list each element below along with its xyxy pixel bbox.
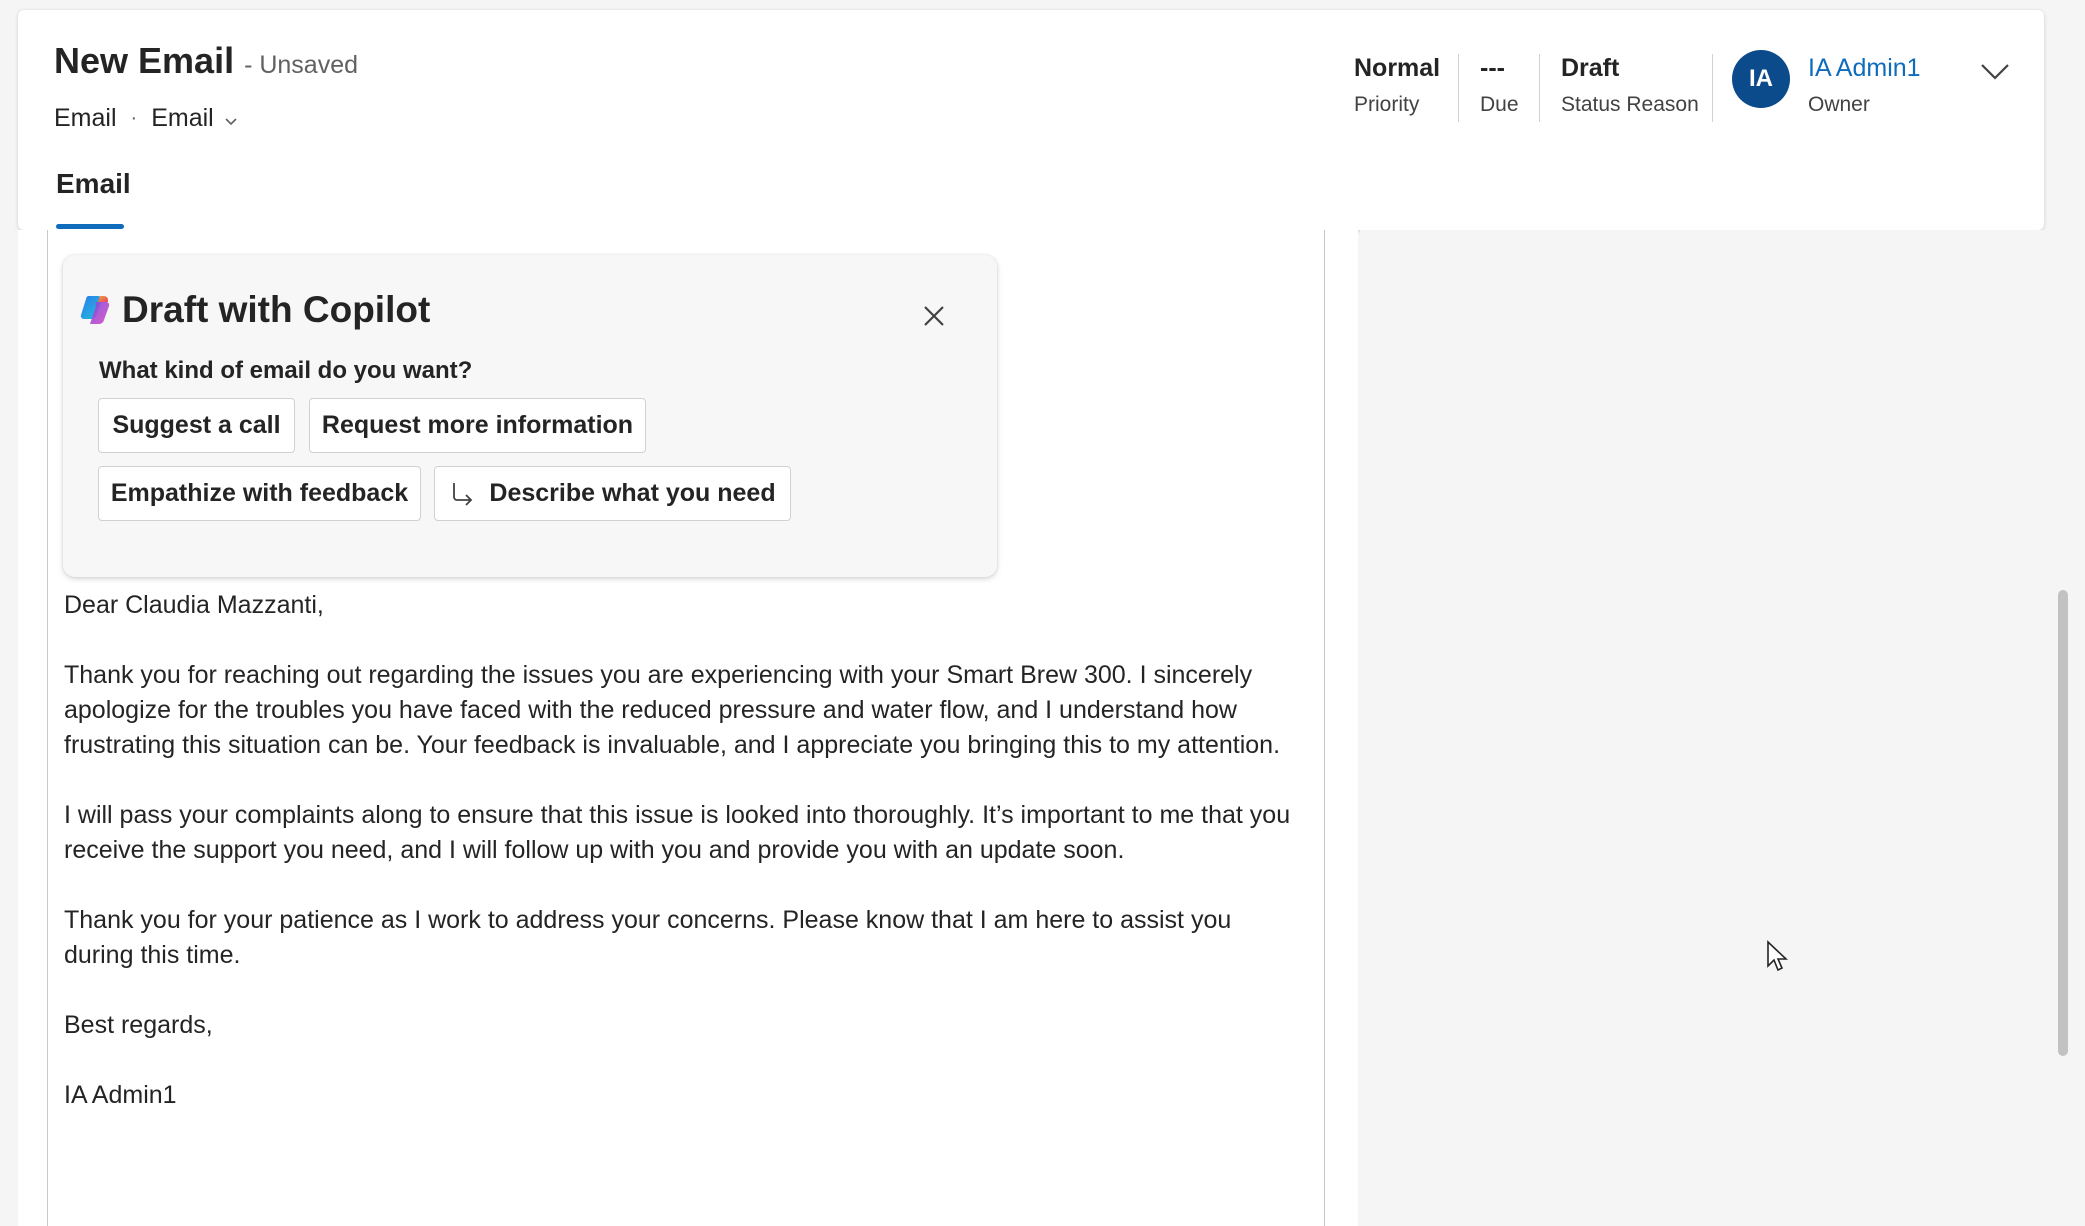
close-copilot-button[interactable] [918, 300, 950, 332]
copilot-icon [78, 293, 112, 327]
describe-need-button[interactable]: Describe what you need [434, 466, 791, 521]
email-closing: Best regards, [64, 1011, 213, 1039]
mouse-pointer-icon [1766, 940, 1789, 977]
entity-type-label: Email [54, 104, 117, 132]
request-info-button[interactable]: Request more information [309, 398, 646, 453]
breadcrumb-separator: · [130, 107, 138, 129]
record-header: New Email - Unsaved Email · Email Email … [18, 10, 2044, 230]
header-field-due[interactable]: --- Due [1480, 54, 1519, 117]
priority-value: Normal [1354, 54, 1441, 82]
tab-email-selected-indicator [56, 224, 124, 229]
email-paragraph: I will pass your complaints along to ens… [64, 801, 1291, 864]
header-divider [1712, 54, 1713, 122]
email-body-text[interactable]: Dear Claudia Mazzanti, Thank you for rea… [64, 588, 1304, 1148]
priority-label: Priority [1354, 93, 1420, 116]
chevron-down-icon [1980, 64, 2010, 86]
copilot-question: What kind of email do you want? [99, 357, 473, 384]
chip-label: Describe what you need [489, 479, 776, 507]
header-divider [1539, 54, 1540, 122]
email-greeting: Dear Claudia Mazzanti, [64, 591, 324, 619]
scrollbar-thumb[interactable] [2058, 590, 2068, 1056]
chip-label: Empathize with feedback [110, 479, 409, 507]
entity-breadcrumb: Email · Email [54, 103, 238, 134]
expand-header-button[interactable] [1980, 62, 2010, 87]
owner-name-link[interactable]: IA Admin1 [1808, 54, 1921, 83]
form-selector-label: Email [151, 104, 214, 132]
email-signature: IA Admin1 [64, 1081, 177, 1109]
save-state: - Unsaved [244, 51, 359, 79]
arrow-return-icon [449, 480, 475, 508]
status-reason-value: Draft [1561, 54, 1620, 82]
email-paragraph: Thank you for your patience as I work to… [64, 906, 1232, 969]
tab-email[interactable]: Email [56, 168, 131, 200]
form-selector[interactable]: Email [151, 103, 238, 134]
header-field-status-reason[interactable]: Draft Status Reason [1561, 54, 1699, 117]
page-title: New Email [54, 40, 235, 81]
owner-label: Owner [1808, 93, 1870, 116]
chip-label: Request more information [321, 411, 634, 439]
suggest-call-button[interactable]: Suggest a call [98, 398, 295, 453]
title-row: New Email - Unsaved [54, 40, 358, 82]
due-value: --- [1480, 54, 1505, 82]
header-divider [1458, 54, 1459, 122]
chevron-down-icon [224, 105, 238, 134]
avatar: IA [1732, 50, 1790, 108]
copilot-title-text: Draft with Copilot [122, 289, 431, 330]
header-field-owner: IA Admin1 Owner [1808, 54, 1921, 117]
close-icon [918, 306, 950, 336]
due-label: Due [1480, 93, 1519, 116]
empathize-feedback-button[interactable]: Empathize with feedback [98, 466, 421, 521]
header-field-priority[interactable]: Normal Priority [1354, 54, 1440, 117]
chip-label: Suggest a call [112, 411, 281, 439]
copilot-title: Draft with Copilot [78, 289, 430, 331]
side-panel [1360, 230, 2044, 1226]
email-paragraph: Thank you for reaching out regarding the… [64, 661, 1281, 759]
status-reason-label: Status Reason [1561, 93, 1699, 116]
